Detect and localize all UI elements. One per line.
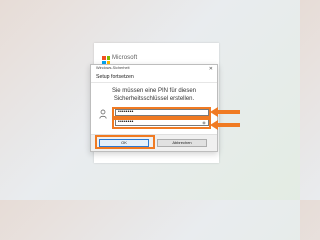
cancel-button[interactable]: Abbrechen	[157, 139, 207, 147]
microsoft-logo-icon	[102, 56, 110, 64]
arrow-left-icon	[210, 107, 240, 117]
pin-confirm-input[interactable]: •••••••• ◉	[115, 119, 209, 126]
ok-button[interactable]: OK	[99, 139, 149, 147]
message-line-1: Sie müssen eine PIN für diesen	[111, 88, 197, 94]
microsoft-brand-text: Microsoft	[112, 55, 138, 61]
pin-input-value: ••••••••	[118, 109, 134, 115]
dialog-title: Windows-Sicherheit	[96, 66, 130, 70]
arrow-left-icon	[210, 120, 240, 130]
dialog-button-bar: OK Abbrechen	[91, 134, 217, 151]
pin-input[interactable]: ••••••••	[115, 109, 209, 116]
close-icon[interactable]: ✕	[209, 65, 213, 73]
person-icon	[99, 109, 107, 119]
heading-divider	[91, 82, 217, 83]
dialog-message: Sie müssen eine PIN für diesen Sicherhei…	[91, 88, 217, 103]
dialog-heading: Setup fortsetzen	[96, 74, 134, 80]
message-line-2: Sicherheitsschlüssel erstellen.	[113, 95, 195, 102]
dialog-title-bar: Windows-Sicherheit ✕	[91, 65, 217, 73]
windows-security-dialog: Windows-Sicherheit ✕ Setup fortsetzen Si…	[90, 64, 218, 152]
pin-confirm-input-value: ••••••••	[118, 119, 134, 125]
show-pin-eye-icon[interactable]: ◉	[202, 120, 206, 125]
